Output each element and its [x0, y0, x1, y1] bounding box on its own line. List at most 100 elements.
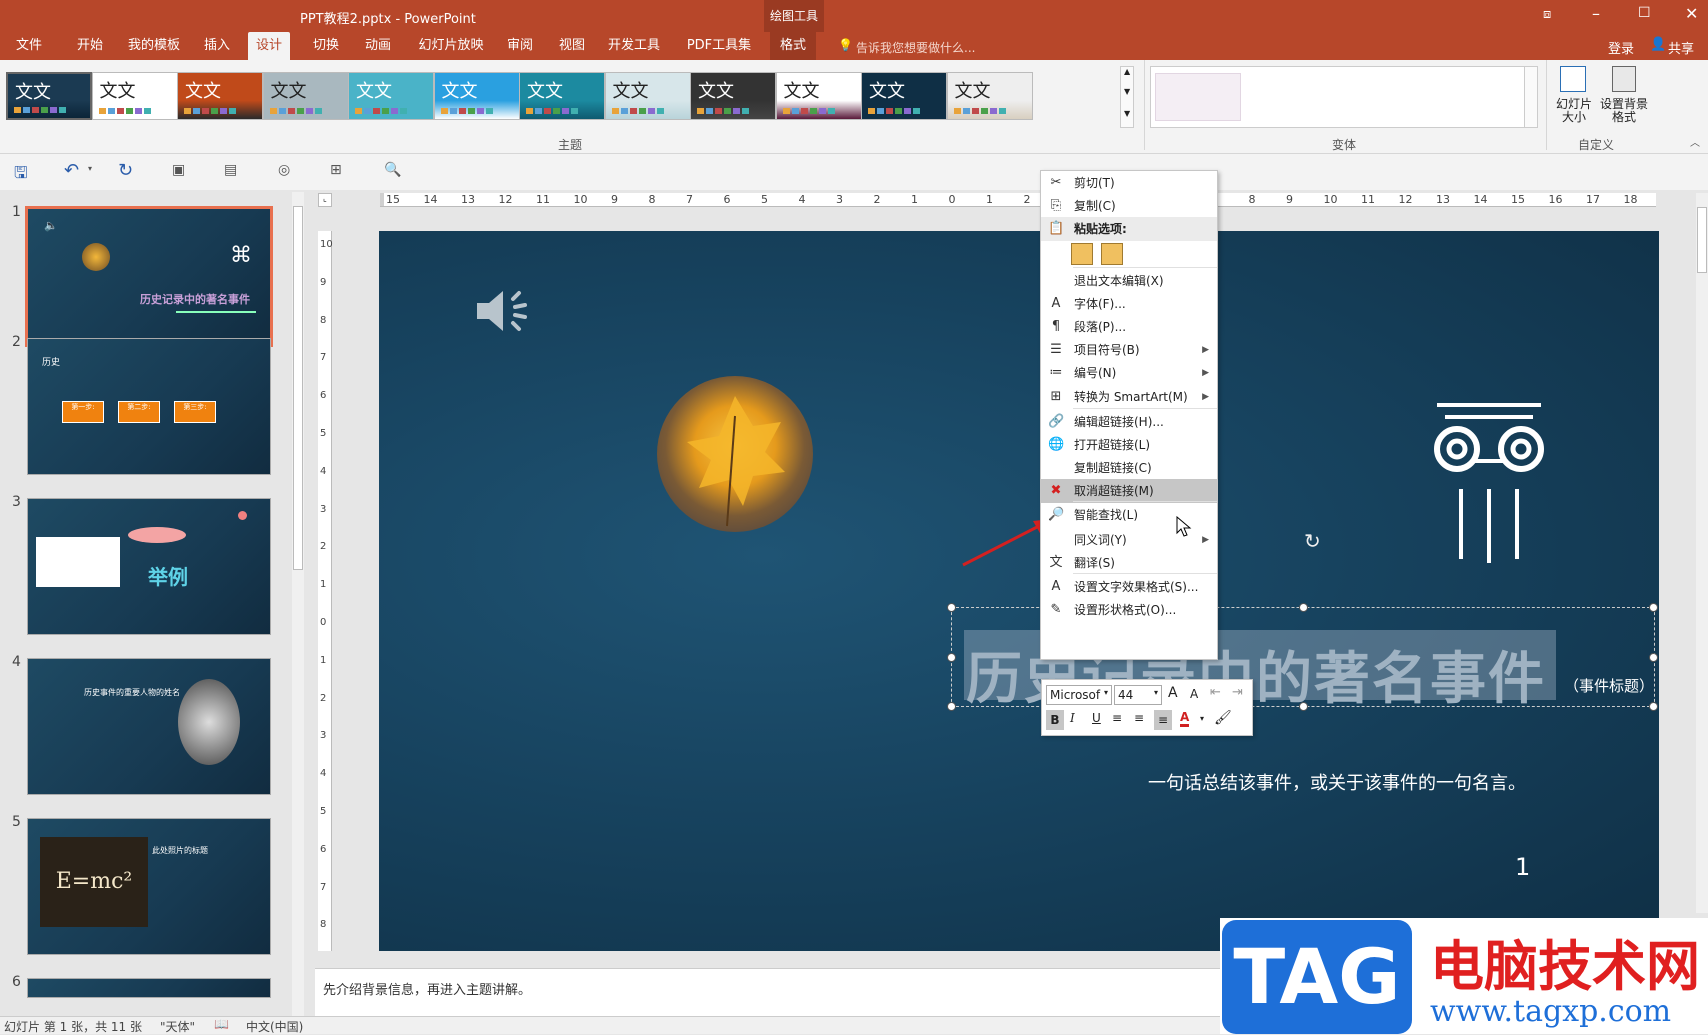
tab-11[interactable]: PDF工具集 [684, 32, 754, 60]
tab-0[interactable]: 文件 [14, 32, 44, 60]
slide-title-suffix[interactable]: （事件标题） [1564, 675, 1654, 696]
context-menu-item[interactable]: A 字体(F)... [1041, 292, 1217, 316]
grow-font-icon[interactable]: A [1168, 685, 1178, 701]
theme-thumbnail[interactable]: 文文 [946, 72, 1033, 120]
context-menu-item[interactable]: ⎘ 复制(C) [1041, 194, 1217, 218]
increase-indent-icon[interactable]: ⇥ [1232, 685, 1243, 700]
leaf-image[interactable] [657, 376, 813, 532]
size-dropdown-icon[interactable]: ▾ [1154, 688, 1158, 697]
preview-icon[interactable]: 🔍 [384, 162, 401, 178]
slide-thumbnail-6[interactable] [27, 978, 271, 998]
undo-icon[interactable]: ↶ [64, 160, 79, 181]
layout-icon[interactable]: ▤ [224, 162, 237, 178]
font-color-icon[interactable]: A [1180, 710, 1190, 727]
variant-thumbnail[interactable] [1155, 73, 1241, 121]
resize-handle[interactable] [947, 603, 956, 612]
redo-icon[interactable]: ↻ [118, 160, 133, 181]
share-button[interactable]: 共享 [1668, 38, 1694, 57]
align-left-icon[interactable]: ≡ [1112, 711, 1122, 725]
context-menu-item[interactable]: 复制超链接(C) [1041, 456, 1217, 480]
resize-handle[interactable] [947, 653, 956, 662]
theme-thumbnail[interactable]: 文文 [690, 72, 776, 120]
resize-handle[interactable] [1299, 603, 1308, 612]
theme-thumbnail[interactable]: 文文 [861, 72, 947, 120]
theme-thumbnail[interactable]: 文文 [6, 72, 92, 120]
shrink-font-icon[interactable]: A [1190, 687, 1198, 701]
resize-handle[interactable] [1299, 702, 1308, 711]
collapse-ribbon-icon[interactable]: ︿ [1690, 134, 1700, 149]
tab-1[interactable]: 开始 [72, 32, 108, 60]
pillar-icon[interactable] [1419, 399, 1559, 569]
theme-thumbnail[interactable]: 文文 [177, 72, 263, 120]
context-menu-item[interactable]: ☰ 项目符号(B) ▶ [1041, 338, 1217, 362]
variants-gallery[interactable] [1150, 66, 1536, 128]
variants-scroll[interactable] [1524, 66, 1538, 128]
resize-handle[interactable] [1649, 603, 1658, 612]
slide-canvas[interactable]: ↻ 历史记录中的著名事件 （事件标题） 一句话总结该事件，或关于该事件的一句名言… [379, 231, 1659, 951]
context-menu-item[interactable]: 🔗 编辑超链接(H)... [1041, 410, 1217, 434]
ribbon-display-icon[interactable]: ⧈ [1543, 7, 1551, 22]
tab-6[interactable]: 动画 [360, 32, 396, 60]
login-link[interactable]: 登录 [1608, 38, 1634, 57]
tab-5[interactable]: 切换 [308, 32, 344, 60]
context-menu-item[interactable]: 文翻译(S) [1041, 551, 1217, 575]
record-icon[interactable]: ◎ [278, 162, 290, 178]
font-dropdown-icon[interactable]: ▾ [1104, 688, 1108, 697]
italic-icon[interactable]: I [1070, 711, 1075, 725]
notes-text[interactable]: 先介绍背景信息，再进入主题讲解。 [323, 979, 531, 998]
tab-7[interactable]: 幻灯片放映 [414, 32, 488, 60]
theme-thumbnail[interactable]: 文文 [348, 72, 434, 120]
tell-me-search[interactable]: 告诉我您想要做什么... [856, 39, 975, 56]
minimize-icon[interactable]: – [1592, 4, 1600, 23]
theme-thumbnail[interactable]: 文文 [262, 72, 349, 120]
tab-8[interactable]: 审阅 [502, 32, 538, 60]
font-color-dropdown-icon[interactable]: ▾ [1200, 714, 1204, 723]
tab-2[interactable]: 我的模板 [124, 32, 184, 60]
resize-handle[interactable] [947, 702, 956, 711]
slide-thumbnail-1[interactable]: 🔈 ⌘ 历史记录中的著名事件 [25, 206, 273, 347]
format-painter-icon[interactable]: 🖌 [1214, 710, 1232, 726]
resize-handle[interactable] [1649, 653, 1658, 662]
theme-thumbnail[interactable]: 文文 [433, 72, 520, 120]
context-menu-item[interactable]: 🌐 打开超链接(L) [1041, 433, 1217, 457]
align-center-icon[interactable]: ≡ [1134, 711, 1144, 725]
tab-3[interactable]: 插入 [202, 32, 232, 60]
context-menu-item[interactable]: ✂ 剪切(T) [1041, 171, 1217, 195]
speaker-icon[interactable] [473, 281, 543, 341]
presenter-icon[interactable]: ⊞ [330, 162, 342, 178]
scrollbar-thumb[interactable] [293, 206, 303, 570]
tab-9[interactable]: 视图 [554, 32, 590, 60]
close-icon[interactable]: ✕ [1685, 4, 1698, 23]
tab-12[interactable]: 格式 [770, 32, 816, 60]
theme-thumbnail[interactable]: 文文 [604, 72, 691, 120]
slide-thumbnail-3[interactable]: 举例 [27, 498, 271, 635]
theme-thumbnail[interactable]: 文文 [91, 72, 178, 120]
font-name-input[interactable]: Microsof [1046, 685, 1112, 705]
undo-dropdown-icon[interactable]: ▾ [88, 164, 92, 173]
thumbnails-scrollbar[interactable] [292, 192, 304, 1016]
save-icon[interactable]: 🖫 [14, 162, 28, 189]
decrease-indent-icon[interactable]: ⇤ [1210, 685, 1221, 700]
context-menu-item[interactable]: ⊞ 转换为 SmartArt(M) ▶ [1041, 385, 1217, 409]
background-format-button[interactable]: 设置背景格式 [1598, 62, 1650, 130]
context-menu-item[interactable]: ≔ 编号(N) ▶ [1041, 361, 1217, 385]
slide-thumbnail-4[interactable]: 历史事件的重要人物的姓名 [27, 658, 271, 795]
slide-subtitle[interactable]: 一句话总结该事件，或关于该事件的一句名言。 [1148, 769, 1526, 795]
tab-4[interactable]: 设计 [248, 32, 290, 60]
slide-thumbnail-5[interactable]: E=mc² 此处照片的标题 [27, 818, 271, 955]
paste-picture-icon[interactable] [1101, 243, 1123, 265]
resize-handle[interactable] [1649, 702, 1658, 711]
rotate-handle-icon[interactable]: ↻ [1304, 529, 1321, 553]
context-menu-item[interactable]: ✎ 设置形状格式(O)... [1041, 598, 1217, 622]
underline-icon[interactable]: U [1092, 711, 1101, 725]
context-menu-item[interactable]: ✖ 取消超链接(M) [1041, 479, 1217, 503]
tab-10[interactable]: 开发工具 [608, 32, 660, 60]
slide-size-button[interactable]: 幻灯片大小 [1554, 62, 1594, 130]
slide-scrollbar[interactable] [1696, 193, 1708, 913]
theme-thumbnail[interactable]: 文文 [775, 72, 862, 120]
theme-thumbnail[interactable]: 文文 [519, 72, 605, 120]
align-right-icon[interactable]: ≡ [1154, 710, 1172, 730]
paste-keep-format-icon[interactable] [1071, 243, 1093, 265]
maximize-icon[interactable]: ☐ [1638, 5, 1651, 21]
scrollbar-thumb[interactable] [1697, 207, 1707, 273]
